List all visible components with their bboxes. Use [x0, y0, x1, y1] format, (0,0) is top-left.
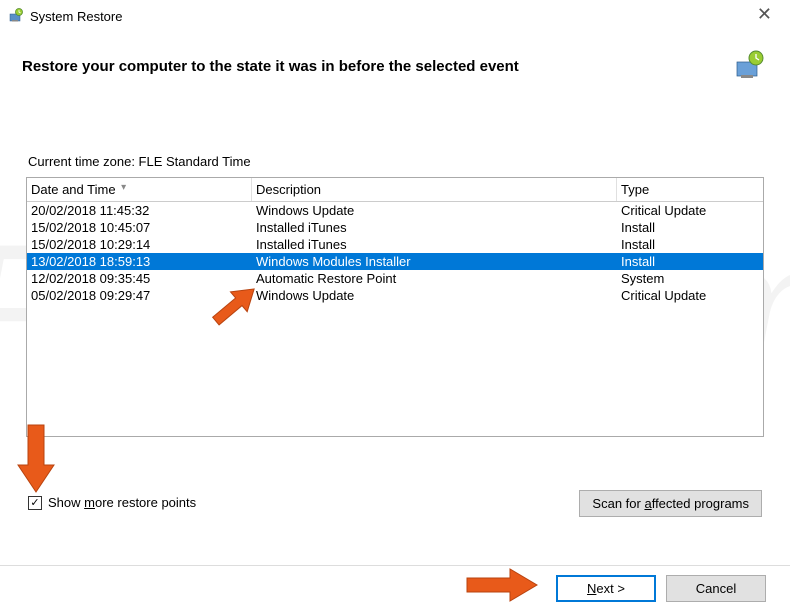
close-button[interactable]: ✕: [749, 4, 780, 25]
restore-icon-large: [734, 50, 766, 82]
restore-points-table: Date and Time ▾ Description Type 20/02/2…: [26, 177, 764, 437]
table-header: Date and Time ▾ Description Type: [27, 178, 763, 202]
table-row[interactable]: 13/02/2018 18:59:13Windows Modules Insta…: [27, 253, 763, 270]
cell-date: 15/02/2018 10:29:14: [27, 236, 252, 253]
table-body: 20/02/2018 11:45:32Windows UpdateCritica…: [27, 202, 763, 304]
timezone-label: Current time zone: FLE Standard Time: [0, 94, 790, 177]
cell-date: 20/02/2018 11:45:32: [27, 202, 252, 219]
cell-type: Install: [617, 253, 763, 270]
table-row[interactable]: 20/02/2018 11:45:32Windows UpdateCritica…: [27, 202, 763, 219]
checkbox-icon[interactable]: ✓: [28, 496, 42, 510]
cell-description: Automatic Restore Point: [252, 270, 617, 287]
cell-date: 05/02/2018 09:29:47: [27, 287, 252, 304]
checkbox-label: Show more restore points: [48, 495, 196, 510]
cell-description: Windows Update: [252, 287, 617, 304]
cell-description: Installed iTunes: [252, 236, 617, 253]
show-more-restore-points[interactable]: ✓ Show more restore points: [28, 495, 196, 510]
cell-date: 15/02/2018 10:45:07: [27, 219, 252, 236]
cell-description: Windows Modules Installer: [252, 253, 617, 270]
table-row[interactable]: 12/02/2018 09:35:45Automatic Restore Poi…: [27, 270, 763, 287]
cell-type: Install: [617, 236, 763, 253]
cell-type: Install: [617, 219, 763, 236]
restore-icon: [8, 8, 24, 24]
table-row[interactable]: 15/02/2018 10:29:14Installed iTunesInsta…: [27, 236, 763, 253]
cell-type: Critical Update: [617, 287, 763, 304]
cell-description: Installed iTunes: [252, 219, 617, 236]
header: Restore your computer to the state it wa…: [0, 32, 790, 94]
table-row[interactable]: 15/02/2018 10:45:07Installed iTunesInsta…: [27, 219, 763, 236]
titlebar: System Restore ✕: [0, 0, 790, 32]
column-date-label: Date and Time: [31, 182, 116, 197]
sort-desc-icon: ▾: [121, 182, 126, 193]
footer-separator: [0, 565, 790, 566]
next-button[interactable]: Next >: [556, 575, 656, 602]
cell-type: System: [617, 270, 763, 287]
cancel-button[interactable]: Cancel: [666, 575, 766, 602]
table-row[interactable]: 05/02/2018 09:29:47Windows UpdateCritica…: [27, 287, 763, 304]
scan-affected-programs-button[interactable]: Scan for affected programs: [579, 490, 762, 517]
page-heading: Restore your computer to the state it wa…: [22, 58, 734, 75]
arrow-annotation: [462, 564, 542, 606]
window-title: System Restore: [30, 9, 122, 24]
column-description[interactable]: Description: [252, 178, 617, 201]
cell-description: Windows Update: [252, 202, 617, 219]
cell-date: 13/02/2018 18:59:13: [27, 253, 252, 270]
footer-buttons: Next > Cancel: [556, 575, 766, 602]
column-type[interactable]: Type: [617, 178, 763, 201]
cell-type: Critical Update: [617, 202, 763, 219]
cell-date: 12/02/2018 09:35:45: [27, 270, 252, 287]
column-date[interactable]: Date and Time ▾: [27, 178, 252, 201]
